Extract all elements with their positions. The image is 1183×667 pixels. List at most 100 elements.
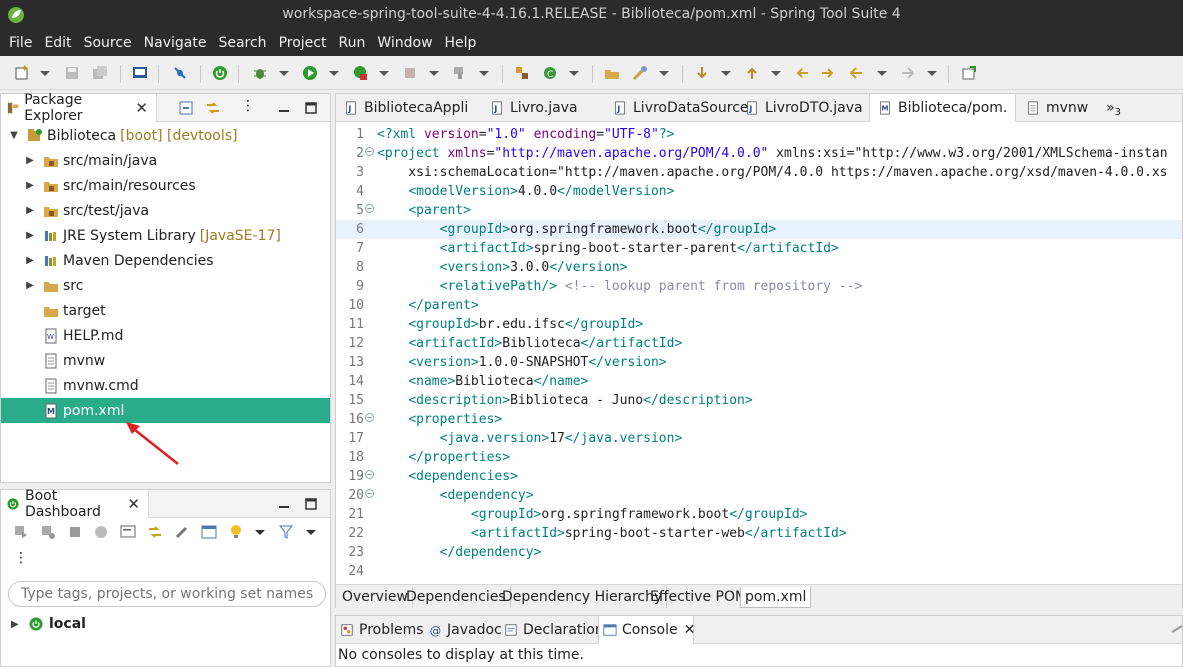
code-line[interactable]: 2− <project xmlns="http://maven.apache.or… <box>336 144 1182 163</box>
fold-toggle-icon[interactable]: − <box>365 489 374 498</box>
expand-arrow-icon[interactable]: ▶ <box>23 180 37 191</box>
pom-tab[interactable]: pom.xml <box>740 587 812 608</box>
console-tab[interactable]: Problems <box>336 616 424 644</box>
menu-navigate[interactable]: Navigate <box>138 31 213 55</box>
code-line[interactable]: 12 <artifactId>Biblioteca</artifactId> <box>336 334 1182 353</box>
maximize-icon[interactable] <box>304 101 318 115</box>
filter-icon[interactable] <box>278 524 294 540</box>
new-java-project-icon[interactable] <box>514 65 530 81</box>
close-icon[interactable]: ✕ <box>684 622 696 638</box>
boot-dashboard-search-input[interactable] <box>8 581 326 607</box>
fold-toggle-icon[interactable]: − <box>365 147 374 156</box>
menu-file[interactable]: File <box>3 31 38 55</box>
tree-item[interactable]: mvnw <box>1 348 330 373</box>
save-all-icon[interactable] <box>92 65 108 81</box>
expand-arrow-icon[interactable]: ▶ <box>23 230 37 241</box>
minimize-icon[interactable] <box>277 497 291 511</box>
menu-help[interactable]: Help <box>439 31 483 55</box>
close-icon[interactable]: ✕ <box>135 99 148 117</box>
new-class-dropdown-icon[interactable] <box>569 71 579 76</box>
stop-icon[interactable] <box>402 65 418 81</box>
tree-item[interactable]: ▼ Biblioteca [boot] [devtools] <box>1 123 330 148</box>
code-line[interactable]: 17 <java.version>17</java.version> <box>336 429 1182 448</box>
menu-project[interactable]: Project <box>273 31 333 55</box>
external-tools-icon[interactable] <box>452 65 468 81</box>
forward-icon[interactable] <box>900 65 916 81</box>
expand-arrow-icon[interactable]: ▶ <box>11 619 25 630</box>
tree-item[interactable]: target <box>1 298 330 323</box>
maximize-icon[interactable] <box>304 497 318 511</box>
code-line[interactable]: 16− <properties> <box>336 410 1182 429</box>
close-icon[interactable]: ✕ <box>127 495 140 513</box>
code-line[interactable]: 7 <artifactId>spring-boot-starter-parent… <box>336 239 1182 258</box>
console-tab[interactable]: @ Javadoc <box>424 616 502 644</box>
next-annotation-icon[interactable] <box>694 65 710 81</box>
coverage-dropdown-icon[interactable] <box>379 71 389 76</box>
editor-tab[interactable]: J LivroDataSource <box>605 94 749 122</box>
open-console-icon[interactable] <box>120 524 136 540</box>
run-icon[interactable] <box>302 65 318 81</box>
console-tab[interactable]: Console ✕ <box>598 616 696 644</box>
code-line[interactable]: 1 <?xml version="1.0" encoding="UTF-8"?> <box>336 125 1182 144</box>
menu-edit[interactable]: Edit <box>38 31 77 55</box>
code-line[interactable]: 8 <version>3.0.0</version> <box>336 258 1182 277</box>
run-dropdown-icon[interactable] <box>329 71 339 76</box>
tab-overflow[interactable]: » 3 <box>1106 94 1121 122</box>
code-line[interactable]: 19− <dependencies> <box>336 467 1182 486</box>
menu-window[interactable]: Window <box>371 31 438 55</box>
tree-item[interactable]: mvnw.cmd <box>1 373 330 398</box>
editor-tab[interactable]: M Biblioteca/pom. <box>869 94 1016 122</box>
last-edit-icon[interactable] <box>794 65 810 81</box>
search-tool-icon[interactable] <box>632 65 648 81</box>
tab-package-explorer[interactable]: Package Explorer ✕ <box>1 92 157 124</box>
collapse-arrow-icon[interactable]: ▼ <box>7 130 21 141</box>
tree-item[interactable]: ▶ Maven Dependencies <box>1 248 330 273</box>
menu-run[interactable]: Run <box>332 31 371 55</box>
pom-tab[interactable]: Effective POM <box>646 587 753 608</box>
coverage-icon[interactable] <box>352 65 368 81</box>
new-icon[interactable] <box>14 65 30 81</box>
code-line[interactable]: 11 <groupId>br.edu.ifsc</groupId> <box>336 315 1182 334</box>
code-line[interactable]: 21 <groupId>org.springframework.boot</gr… <box>336 505 1182 524</box>
pom-tab[interactable]: Dependency Hierarchy <box>498 587 668 608</box>
next-annotation-dropdown-icon[interactable] <box>721 71 731 76</box>
lightbulb-dropdown-icon[interactable] <box>255 530 265 535</box>
open-browser-icon[interactable] <box>93 524 109 540</box>
external-tools-dropdown-icon[interactable] <box>479 71 489 76</box>
search-dropdown-icon[interactable] <box>659 71 669 76</box>
code-line[interactable]: 14 <name>Biblioteca</name> <box>336 372 1182 391</box>
code-line[interactable]: 23 </dependency> <box>336 543 1182 562</box>
code-line[interactable]: 10 </parent> <box>336 296 1182 315</box>
back-icon[interactable] <box>848 65 864 81</box>
debug-start-icon[interactable] <box>40 524 56 540</box>
code-line[interactable]: 9 <relativePath/> <!-- lookup parent fro… <box>336 277 1182 296</box>
toggle-mark-icon[interactable] <box>820 65 836 81</box>
skip-breakpoints-icon[interactable] <box>172 65 188 81</box>
tree-item[interactable]: ▶ JRE System Library [JavaSE-17] <box>1 223 330 248</box>
menu-search[interactable]: Search <box>212 31 272 55</box>
fold-toggle-icon[interactable]: − <box>365 413 374 422</box>
editor-tab[interactable]: J Livro.java <box>482 94 603 122</box>
pom-tab[interactable]: Dependencies <box>402 587 511 608</box>
editor-tab[interactable]: J LivroDTO.java <box>737 94 868 122</box>
expand-arrow-icon[interactable]: ▶ <box>23 205 37 216</box>
new-dropdown-icon[interactable] <box>40 71 50 76</box>
tree-item[interactable]: ▶ src/test/java <box>1 198 330 223</box>
fold-toggle-icon[interactable]: − <box>365 470 374 479</box>
editor-tab[interactable]: mvnw <box>1018 94 1100 122</box>
code-line[interactable]: 3 xsi:schemaLocation="http://maven.apach… <box>336 163 1182 182</box>
collapse-all-icon[interactable] <box>178 100 194 116</box>
stop-dropdown-icon[interactable] <box>429 71 439 76</box>
view-menu-icon[interactable]: ⋮ <box>241 98 255 114</box>
back-dropdown-icon[interactable] <box>877 71 887 76</box>
previous-annotation-dropdown-icon[interactable] <box>771 71 781 76</box>
fold-toggle-icon[interactable]: − <box>365 204 374 213</box>
properties-icon[interactable] <box>201 524 217 540</box>
debug-icon[interactable] <box>252 65 268 81</box>
link-with-console-icon[interactable] <box>147 524 163 540</box>
code-line[interactable]: 24 <box>336 562 1182 578</box>
code-line[interactable]: 20− <dependency> <box>336 486 1182 505</box>
editor-tab[interactable]: J BibliotecaAppli <box>336 94 480 122</box>
new-class-icon[interactable]: C <box>542 65 558 81</box>
expand-arrow-icon[interactable]: ▶ <box>23 255 37 266</box>
